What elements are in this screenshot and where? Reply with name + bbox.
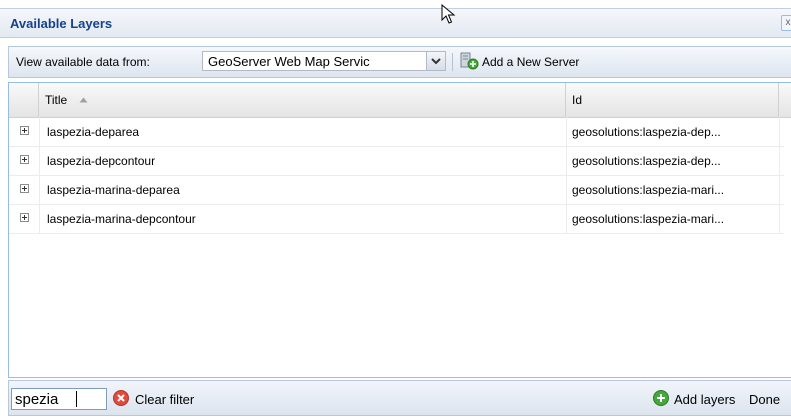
cell-divider — [566, 175, 567, 204]
server-select[interactable]: GeoServer Web Map Servic — [202, 51, 446, 71]
column-header-id[interactable]: Id — [566, 83, 779, 117]
column-header-title[interactable]: Title — [39, 83, 566, 117]
close-icon[interactable]: x — [781, 15, 791, 31]
column-header-id-label: Id — [572, 93, 583, 107]
window-titlebar[interactable]: Available Layers x — [0, 8, 791, 38]
cell-divider — [39, 175, 40, 204]
row-title: laspezia-marina-depcontour — [47, 212, 196, 226]
clear-filter-button[interactable]: Clear filter — [112, 389, 194, 409]
add-layers-button[interactable]: Add layers — [652, 389, 735, 409]
add-layers-label: Add layers — [674, 392, 736, 407]
mouse-cursor-icon — [441, 4, 456, 24]
chevron-down-icon — [431, 58, 441, 65]
grid-header: Title Id — [9, 83, 791, 118]
table-row[interactable]: laspezia-marina-depcontour geosolutions:… — [9, 204, 784, 234]
row-title: laspezia-deparea — [47, 125, 140, 139]
toolbar: View available data from: GeoServer Web … — [8, 46, 791, 78]
column-header-title-label: Title — [45, 93, 68, 107]
row-id: geosolutions:laspezia-dep... — [572, 125, 721, 139]
table-row[interactable]: laspezia-marina-deparea geosolutions:las… — [9, 175, 784, 205]
table-row[interactable]: laspezia-deparea geosolutions:laspezia-d… — [9, 117, 784, 147]
text-caret — [76, 391, 77, 407]
window-title: Available Layers — [10, 16, 113, 31]
view-data-from-label: View available data from: — [16, 55, 150, 69]
header-spacer — [779, 83, 791, 117]
cell-divider — [779, 146, 780, 175]
layers-grid: Title Id laspezia-deparea geosolutions:l… — [8, 82, 791, 378]
add-server-icon — [460, 52, 479, 70]
clear-filter-icon — [113, 390, 129, 406]
sort-ascending-icon — [79, 97, 88, 103]
plus-expander-icon[interactable] — [20, 213, 29, 222]
cell-divider — [779, 175, 780, 204]
plus-expander-icon[interactable] — [20, 184, 29, 193]
cell-divider — [39, 146, 40, 175]
cell-divider — [779, 204, 780, 233]
row-title: laspezia-depcontour — [47, 154, 156, 168]
cell-divider — [566, 204, 567, 233]
done-button[interactable]: Done — [749, 392, 780, 407]
cell-divider — [566, 117, 567, 146]
add-icon — [653, 390, 669, 406]
plus-expander-icon[interactable] — [20, 155, 29, 164]
row-id: geosolutions:laspezia-dep... — [572, 154, 721, 168]
cell-divider — [39, 204, 40, 233]
cell-divider — [779, 117, 780, 146]
dropdown-trigger[interactable] — [426, 52, 445, 70]
add-server-label: Add a New Server — [482, 55, 580, 69]
row-title: laspezia-marina-deparea — [47, 183, 180, 197]
plus-expander-icon[interactable] — [20, 126, 29, 135]
cell-divider — [566, 146, 567, 175]
toolbar-separator — [452, 53, 453, 71]
server-select-value: GeoServer Web Map Servic — [208, 54, 370, 69]
filter-input[interactable] — [11, 388, 107, 410]
clear-filter-label: Clear filter — [135, 392, 195, 407]
table-row[interactable]: laspezia-depcontour geosolutions:laspezi… — [9, 146, 784, 176]
row-id: geosolutions:laspezia-mari... — [572, 183, 725, 197]
row-id: geosolutions:laspezia-mari... — [572, 212, 725, 226]
available-layers-window: Available Layers x View available data f… — [0, 0, 791, 419]
cell-divider — [39, 117, 40, 146]
bottom-toolbar: Clear filter Add layers Done — [8, 380, 791, 416]
header-expander-column — [9, 83, 39, 117]
